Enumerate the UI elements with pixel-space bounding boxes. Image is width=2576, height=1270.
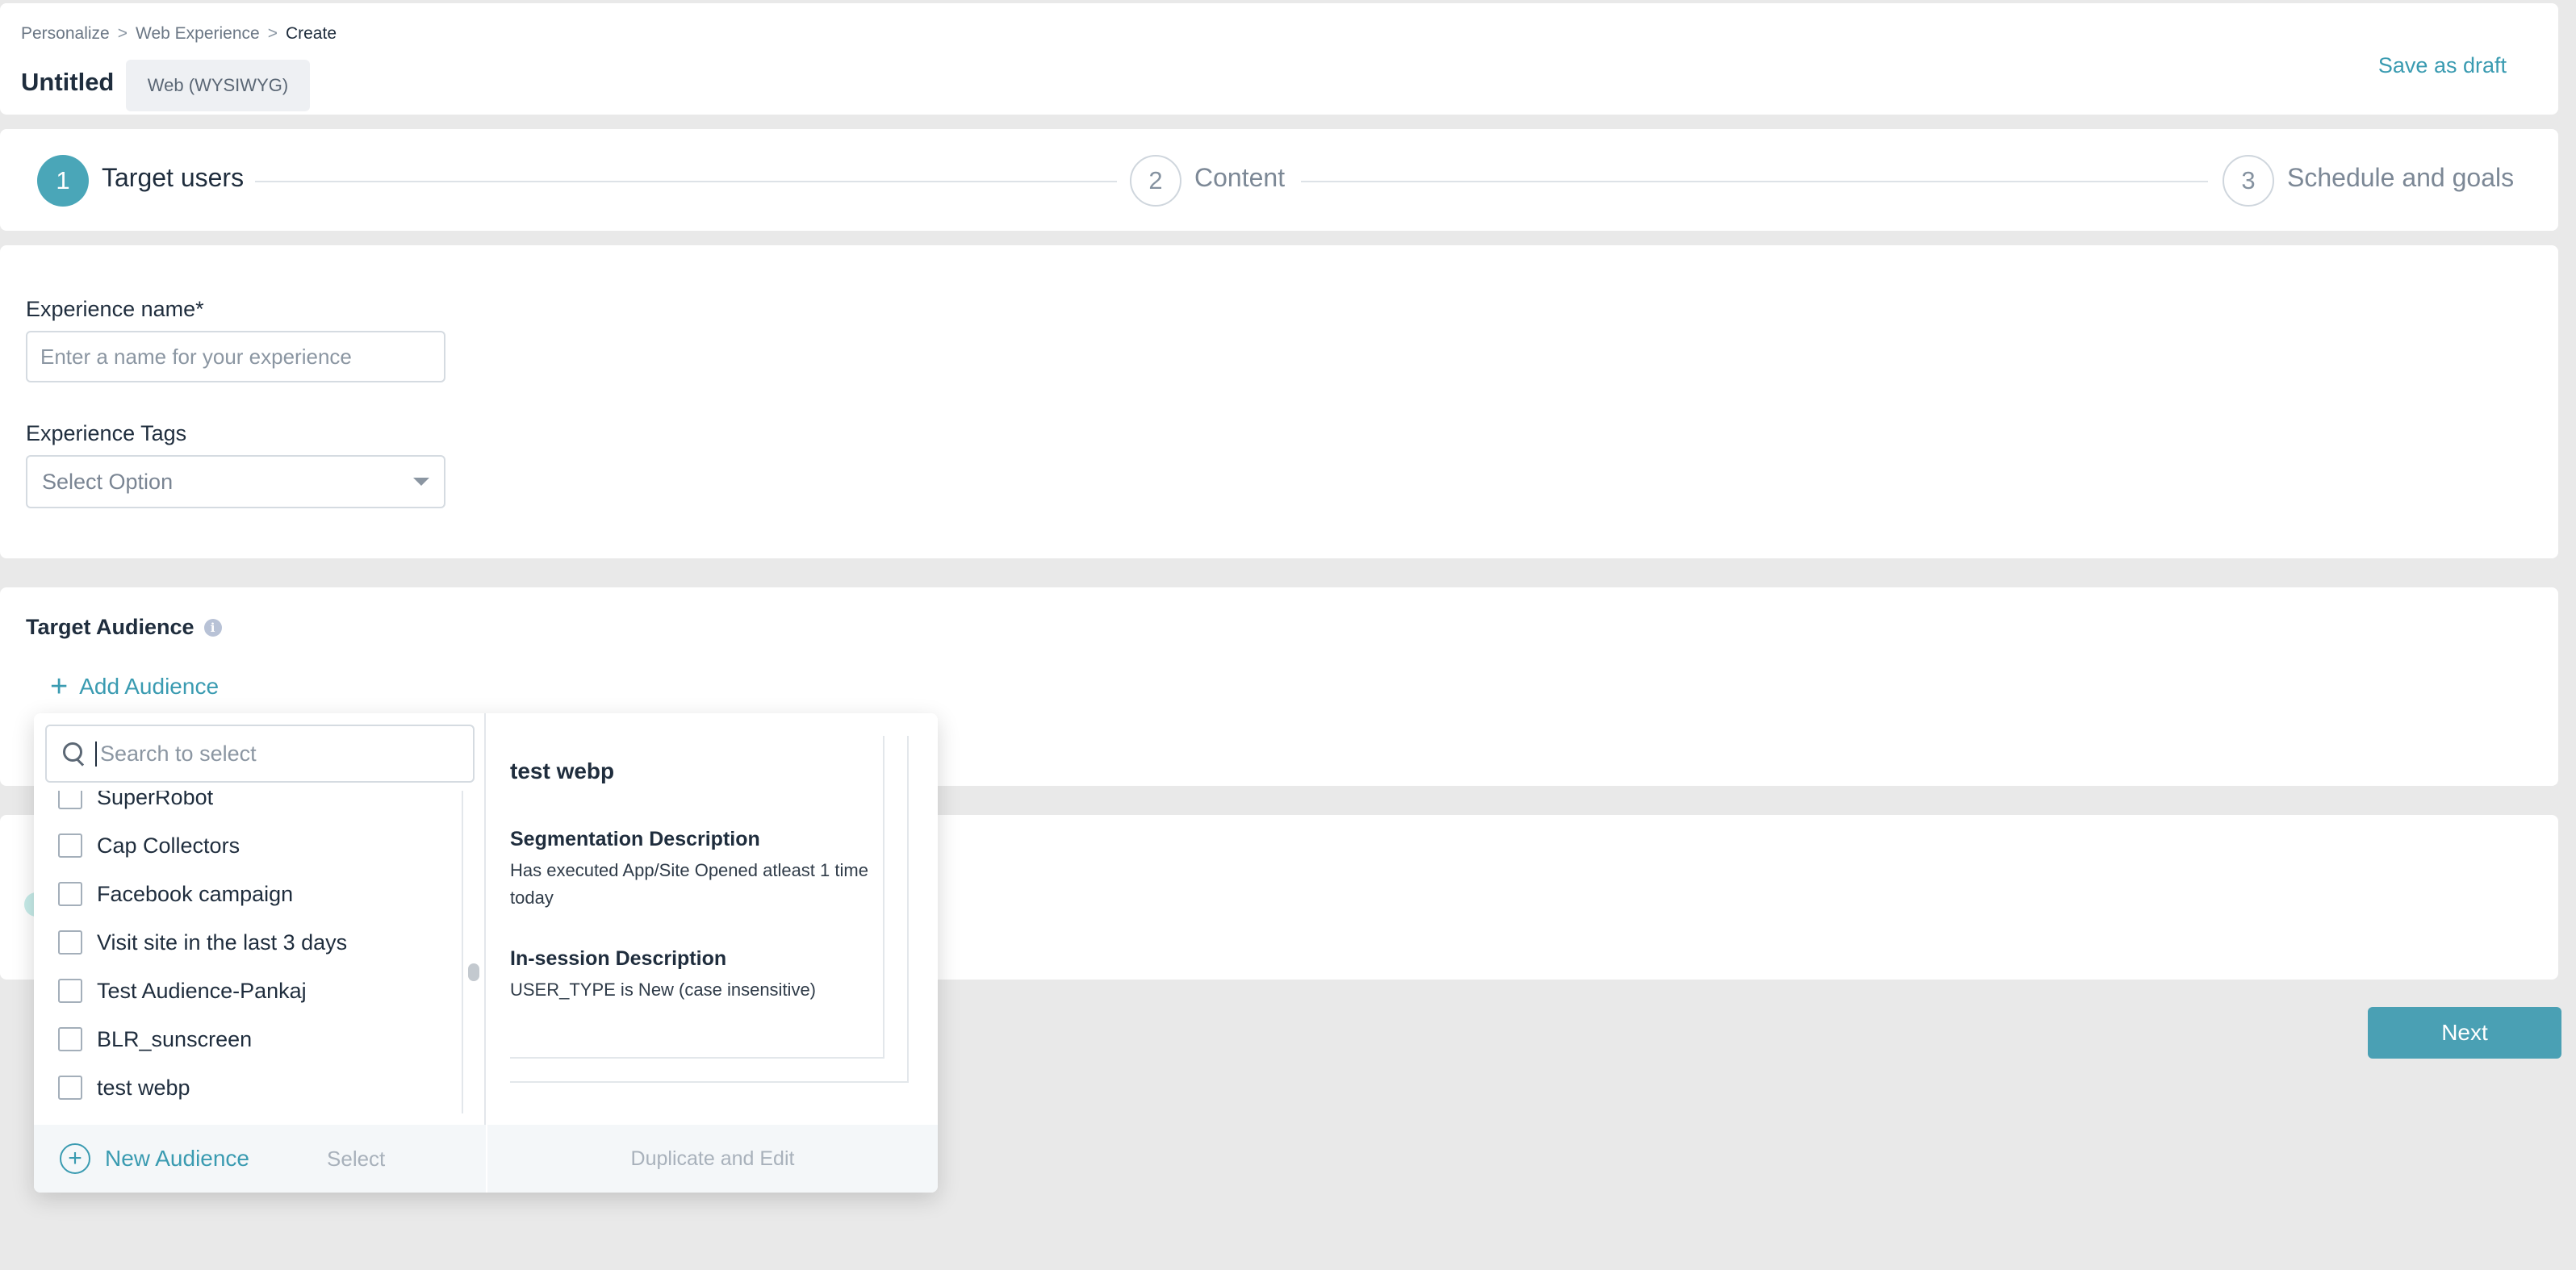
step-connector (255, 181, 1117, 182)
breadcrumb-separator: > (118, 24, 128, 43)
add-audience-label: Add Audience (79, 674, 219, 700)
checkbox[interactable] (58, 882, 82, 906)
checkbox[interactable] (58, 1076, 82, 1100)
audience-detail: test webp Segmentation Description Has e… (510, 736, 884, 1059)
target-audience-heading: Target Audience (26, 615, 194, 640)
page-header: Personalize > Web Experience > Create Untitl… (0, 3, 2558, 115)
audience-option[interactable]: Cap Collectors (34, 821, 462, 870)
audience-search-box[interactable] (45, 725, 475, 783)
insession-heading: In-session Description (510, 947, 726, 971)
breadcrumb: Personalize > Web Experience > Create (21, 24, 337, 44)
step-1-label[interactable]: Target users (102, 163, 244, 193)
audience-option[interactable]: Test Audience-Pankaj (34, 967, 462, 1015)
new-audience-button[interactable]: + New Audience (60, 1143, 249, 1174)
step-progress: 1 Target users 2 Content 3 Schedule and … (0, 129, 2558, 231)
channel-badge: Web (WYSIWYG) (126, 60, 310, 111)
save-as-draft-button[interactable]: Save as draft (2378, 53, 2507, 78)
audience-dropdown: SuperRobot Cap Collectors Facebook campa… (34, 713, 938, 1193)
audience-detail-panel: test webp Segmentation Description Has e… (487, 713, 938, 1193)
checkbox[interactable] (58, 791, 82, 809)
step-connector (1301, 181, 2208, 182)
duplicate-and-edit-button[interactable]: Duplicate and Edit (487, 1125, 938, 1193)
checkbox[interactable] (58, 833, 82, 858)
breadcrumb-personalize[interactable]: Personalize (21, 24, 110, 43)
step-2-indicator[interactable]: 2 (1130, 155, 1181, 207)
list-scrollbar-thumb[interactable] (468, 963, 479, 981)
list-scrollbar-track[interactable] (462, 791, 463, 1113)
audience-option-label: SuperRobot (97, 791, 213, 810)
segmentation-text: Has executed App/Site Opened atleast 1 t… (510, 857, 881, 912)
segmentation-heading: Segmentation Description (510, 828, 760, 851)
info-icon[interactable]: i (204, 619, 222, 637)
experience-tags-placeholder: Select Option (42, 470, 173, 495)
audience-search-input[interactable] (95, 742, 450, 767)
audience-option[interactable]: SuperRobot (34, 791, 462, 821)
detail-title: test webp (510, 758, 614, 784)
step-3-label[interactable]: Schedule and goals (2287, 163, 2514, 193)
chevron-down-icon (413, 478, 429, 486)
audience-option[interactable]: test webp (34, 1063, 462, 1112)
breadcrumb-separator: > (268, 24, 278, 43)
audience-option[interactable]: Visit site in the last 3 days (34, 918, 462, 967)
experience-details-card: Experience name* Experience Tags Select … (0, 245, 2558, 558)
experience-tags-select[interactable]: Select Option (26, 455, 445, 508)
checkbox[interactable] (58, 930, 82, 955)
audience-list[interactable]: SuperRobot Cap Collectors Facebook campa… (34, 791, 486, 1125)
audience-option-label: Cap Collectors (97, 833, 240, 859)
experience-tags-label: Experience Tags (26, 421, 186, 446)
step-3-indicator[interactable]: 3 (2223, 155, 2274, 207)
audience-option-label: Visit site in the last 3 days (97, 930, 347, 955)
experience-name-label: Experience name* (26, 297, 204, 322)
page-title[interactable]: Untitled (21, 68, 114, 97)
breadcrumb-create: Create (286, 24, 337, 43)
select-button[interactable]: Select (327, 1147, 385, 1172)
experience-name-input[interactable] (26, 331, 445, 382)
target-audience-title: Target Audience i (26, 615, 222, 640)
step-2-label[interactable]: Content (1194, 163, 1285, 193)
audience-list-footer: + New Audience Select (34, 1125, 486, 1193)
breadcrumb-web-experience[interactable]: Web Experience (136, 24, 260, 43)
next-button[interactable]: Next (2368, 1007, 2561, 1059)
plus-icon: + (50, 671, 68, 702)
add-audience-button[interactable]: + Add Audience (50, 671, 219, 702)
audience-option[interactable]: BLR_sunscreen (34, 1015, 462, 1063)
audience-option-label: Facebook campaign (97, 882, 293, 907)
checkbox[interactable] (58, 1027, 82, 1051)
insession-text: USER_TYPE is New (case insensitive) (510, 976, 881, 1004)
checkbox[interactable] (58, 979, 82, 1003)
audience-option-label: test webp (97, 1076, 190, 1101)
audience-option-label: BLR_sunscreen (97, 1027, 252, 1052)
plus-circle-icon: + (60, 1143, 90, 1174)
new-audience-label: New Audience (105, 1146, 249, 1172)
audience-list-panel: SuperRobot Cap Collectors Facebook campa… (34, 713, 486, 1193)
audience-option-label: Test Audience-Pankaj (97, 979, 307, 1004)
audience-option[interactable]: Facebook campaign (34, 870, 462, 918)
search-icon (61, 741, 87, 767)
step-1-indicator[interactable]: 1 (37, 155, 89, 207)
